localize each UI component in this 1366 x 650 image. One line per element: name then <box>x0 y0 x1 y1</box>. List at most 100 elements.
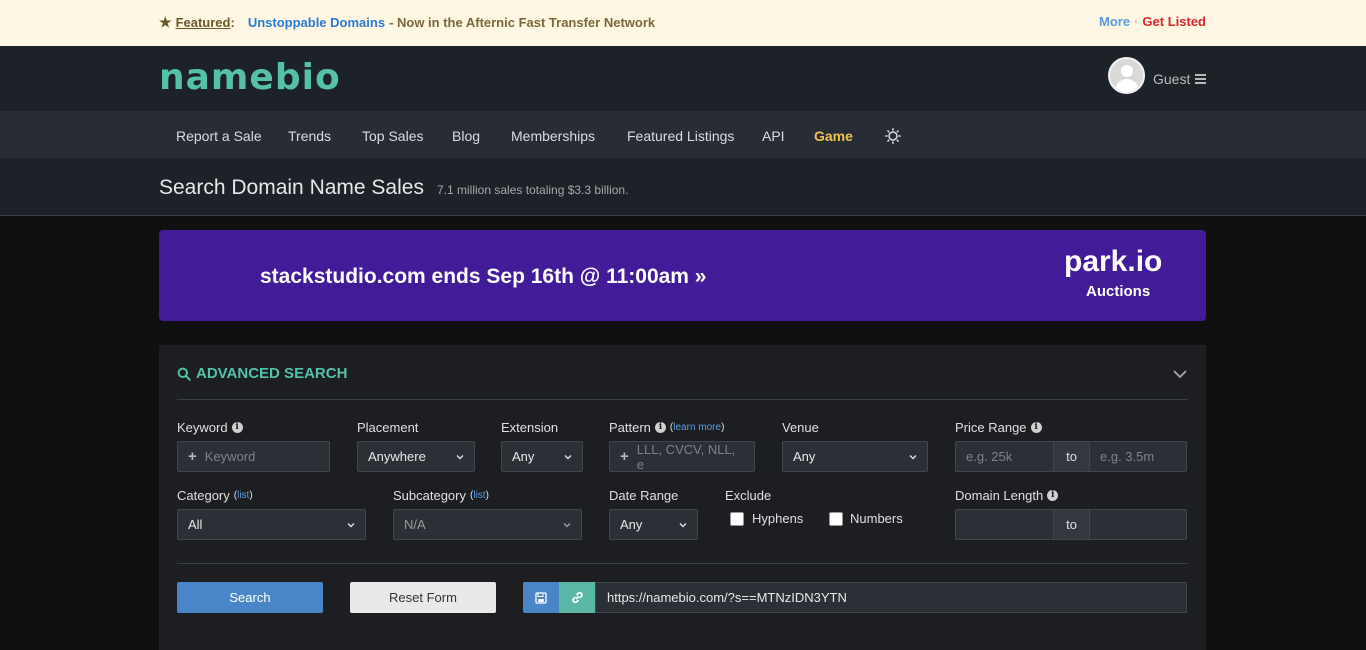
venue-label: Venue <box>782 420 819 435</box>
subcategory-select[interactable]: N/A <box>393 509 582 540</box>
nav-memberships[interactable]: Memberships <box>511 128 595 144</box>
save-icon <box>535 591 547 604</box>
featured-actions: More · Get Listed <box>1099 14 1206 29</box>
extension-value: Any <box>512 449 535 464</box>
banner-text[interactable]: stackstudio.com ends Sep 16th @ 11:00am … <box>260 265 707 289</box>
chevron-down-icon <box>456 455 464 460</box>
banner-brand: park.io <box>1064 245 1163 278</box>
subcategory-label: Subcategory (list) <box>393 488 489 503</box>
category-select[interactable]: All <box>177 509 366 540</box>
main-nav: Report a Sale Trends Top Sales Blog Memb… <box>0 111 1366 158</box>
price-min-placeholder: e.g. 25k <box>966 449 1013 464</box>
nav-featured-listings[interactable]: Featured Listings <box>627 128 734 144</box>
nav-report-a-sale[interactable]: Report a Sale <box>176 128 262 144</box>
venue-select[interactable]: Any <box>782 441 928 472</box>
copy-link-button[interactable] <box>559 582 595 613</box>
hyphens-checkbox[interactable] <box>730 512 744 526</box>
advanced-search-heading: ADVANCED SEARCH <box>196 365 348 382</box>
domain-length-label: Domain Length i <box>955 488 1059 503</box>
pattern-label: Pattern i (learn more) <box>609 420 724 435</box>
keyword-placeholder: Keyword <box>204 449 256 464</box>
search-button[interactable]: Search <box>177 582 323 613</box>
chevron-down-icon <box>347 523 355 528</box>
subcategory-list-close-paren: ) <box>485 490 489 501</box>
placement-label: Placement <box>357 420 419 435</box>
info-icon[interactable]: i <box>1030 422 1042 433</box>
logo[interactable]: namebio <box>159 60 341 96</box>
nav-game[interactable]: Game <box>814 128 853 144</box>
chevron-down-icon <box>909 455 917 460</box>
chevron-down-icon[interactable] <box>1173 367 1187 381</box>
extension-select[interactable]: Any <box>501 441 583 472</box>
venue-value: Any <box>793 449 816 464</box>
divider <box>177 563 1188 564</box>
learn-more-close-paren: ) <box>721 422 725 433</box>
placement-select[interactable]: Anywhere <box>357 441 475 472</box>
page-title: Search Domain Name Sales <box>159 176 424 199</box>
domain-length-label-text: Domain Length <box>955 488 1044 503</box>
title-bar: Search Domain Name Sales 7.1 million sal… <box>0 158 1366 216</box>
price-max-placeholder: e.g. 3.5m <box>1100 449 1155 464</box>
category-value: All <box>188 517 203 532</box>
user-menu[interactable]: Guest <box>1153 71 1207 87</box>
info-icon[interactable]: i <box>654 422 666 433</box>
category-label: Category (list) <box>177 488 253 503</box>
featured-link[interactable]: Featured <box>176 15 231 30</box>
pattern-placeholder: LLL, CVCV, NLL, e <box>636 441 736 472</box>
link-icon <box>571 591 583 604</box>
keyword-label: Keyword i <box>177 420 243 435</box>
price-max-input[interactable]: e.g. 3.5m <box>1089 441 1187 472</box>
nav-top-sales[interactable]: Top Sales <box>362 128 423 144</box>
more-link[interactable]: More <box>1099 14 1130 29</box>
extension-label: Extension <box>501 420 559 435</box>
subcategory-value: N/A <box>404 517 426 532</box>
length-min-input[interactable] <box>955 509 1054 540</box>
category-list-wrapper: (list) <box>234 490 253 501</box>
numbers-checkbox[interactable] <box>829 512 843 526</box>
advanced-search-toggle[interactable]: ADVANCED SEARCH <box>177 365 347 382</box>
price-to-label: to <box>1053 441 1090 472</box>
subcategory-list-wrapper: (list) <box>470 490 489 501</box>
banner-brand-sub: Auctions <box>1086 283 1151 300</box>
nav-trends[interactable]: Trends <box>288 128 331 144</box>
theme-toggle-icon[interactable] <box>885 128 901 144</box>
site-header: namebio Guest <box>0 46 1366 111</box>
avatar[interactable] <box>1108 57 1145 94</box>
plus-icon: + <box>620 448 629 465</box>
nav-api[interactable]: API <box>762 128 785 144</box>
featured-colon: : <box>230 15 235 30</box>
featured-announcement: ★ Featured : Unstoppable Domains - Now i… <box>159 14 655 31</box>
learn-more-wrapper: (learn more) <box>670 422 725 433</box>
length-max-input[interactable] <box>1089 509 1187 540</box>
chevron-down-icon <box>563 523 571 528</box>
separator: · <box>1134 14 1139 29</box>
featured-text: - Now in the Afternic Fast Transfer Netw… <box>389 15 656 30</box>
placement-value: Anywhere <box>368 449 426 464</box>
chevron-down-icon <box>679 523 687 528</box>
advanced-search-panel: ADVANCED SEARCH Keyword i Placement Exte… <box>159 345 1206 650</box>
star-icon: ★ <box>159 14 172 30</box>
nav-blog[interactable]: Blog <box>452 128 480 144</box>
learn-more-link[interactable]: learn more <box>673 422 721 433</box>
pattern-label-text: Pattern <box>609 420 651 435</box>
info-icon[interactable]: i <box>1047 490 1059 501</box>
subcategory-list-link[interactable]: list <box>473 490 485 501</box>
keyword-label-text: Keyword <box>177 420 228 435</box>
date-range-value: Any <box>620 517 643 532</box>
search-icon <box>177 367 191 381</box>
info-icon[interactable]: i <box>231 422 243 433</box>
save-search-button[interactable] <box>523 582 559 613</box>
keyword-input[interactable]: + Keyword <box>177 441 330 472</box>
auction-banner[interactable]: stackstudio.com ends Sep 16th @ 11:00am … <box>159 230 1206 321</box>
get-listed-link[interactable]: Get Listed <box>1142 14 1206 29</box>
featured-bar: ★ Featured : Unstoppable Domains - Now i… <box>0 0 1366 46</box>
pattern-input[interactable]: + LLL, CVCV, NLL, e <box>609 441 755 472</box>
date-range-select[interactable]: Any <box>609 509 698 540</box>
category-label-text: Category <box>177 488 230 503</box>
price-min-input[interactable]: e.g. 25k <box>955 441 1054 472</box>
search-url-field[interactable]: https://namebio.com/?s==MTNzIDN3YTN <box>595 582 1187 613</box>
reset-form-button[interactable]: Reset Form <box>350 582 496 613</box>
date-range-label: Date Range <box>609 488 679 503</box>
featured-domain-link[interactable]: Unstoppable Domains <box>248 15 385 30</box>
category-list-link[interactable]: list <box>237 490 249 501</box>
